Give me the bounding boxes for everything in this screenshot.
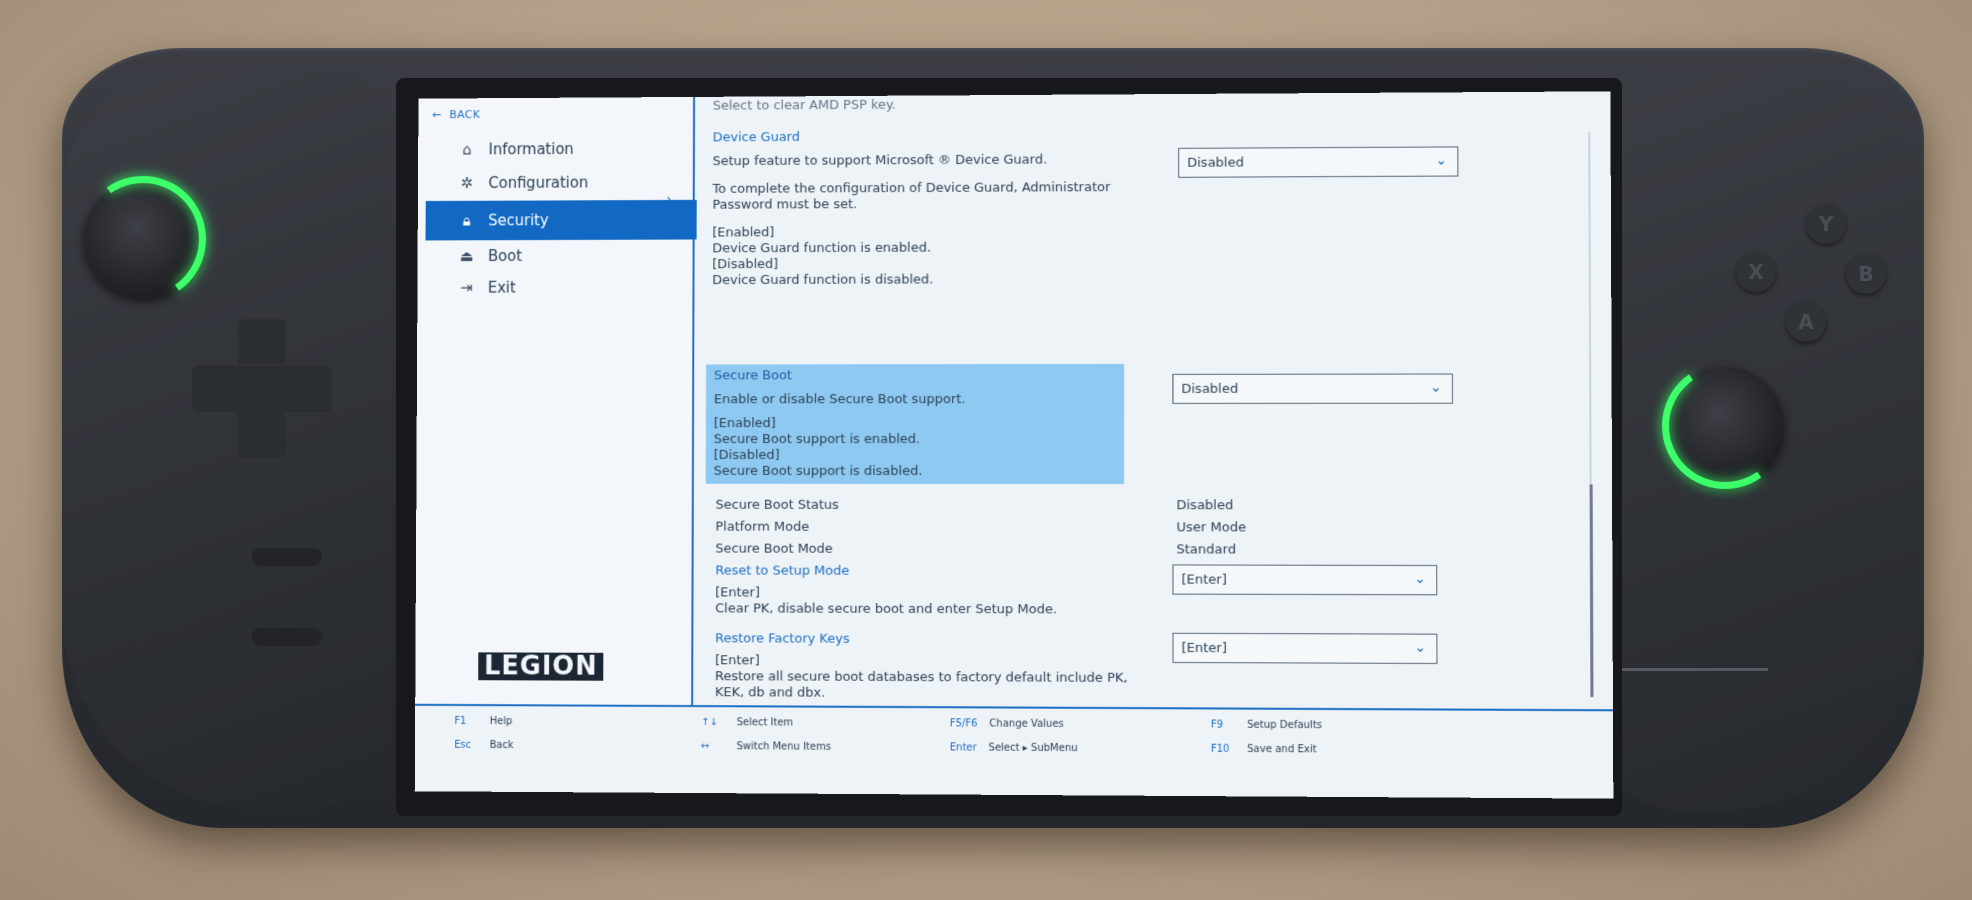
device-guard-opt2-desc: Device Guard function is disabled. — [712, 272, 933, 289]
key-label: ↑↓ — [701, 717, 725, 728]
secure-boot-opt2-desc: Secure Boot support is disabled. — [714, 464, 923, 480]
reset-setup-mode-line1: [Enter] — [715, 585, 760, 601]
device-guard-note-2: Password must be set. — [712, 197, 857, 213]
secure-boot-status-value: Disabled — [1176, 498, 1233, 514]
device-guard-opt1-desc: Device Guard function is enabled. — [712, 241, 931, 258]
view-button[interactable] — [252, 548, 322, 566]
boot-icon: ⏏ — [459, 248, 475, 264]
key-action: Switch Menu Items — [737, 741, 831, 753]
restore-factory-keys-select[interactable]: [Enter] ⌄ — [1172, 633, 1437, 664]
key-label: F5/F6 — [950, 718, 978, 729]
sidebar-item-label: Boot — [488, 247, 522, 265]
x-button[interactable]: X — [1736, 252, 1776, 292]
device-guard-value: Disabled — [1187, 155, 1244, 170]
sidebar-item-exit[interactable]: ⇥ Exit — [425, 267, 696, 307]
configuration-icon: ✲ — [459, 175, 475, 191]
exit-icon: ⇥ — [458, 280, 474, 296]
platform-mode-label: Platform Mode — [715, 520, 809, 536]
b-button[interactable]: B — [1846, 254, 1886, 294]
secure-boot-opt1-desc: Secure Boot support is enabled. — [714, 432, 920, 448]
sidebar-item-label: Security — [488, 211, 548, 229]
key-action: Setup Defaults — [1247, 720, 1322, 731]
arrow-left-icon: ← — [432, 108, 442, 121]
sidebar-item-configuration[interactable]: ✲ Configuration — [426, 162, 697, 203]
security-settings-panel: Select to clear AMD PSP key. Device Guar… — [711, 91, 1597, 709]
sidebar-item-security[interactable]: 🔒︎ Security › — [426, 200, 697, 241]
menu-button[interactable] — [252, 628, 322, 646]
device-guard-opt2: [Disabled] — [712, 257, 778, 273]
key-label: Esc — [454, 740, 478, 751]
key-action: Select ▸ SubMenu — [989, 743, 1078, 755]
restore-factory-keys-desc-2: KEK, db and dbx. — [715, 685, 825, 701]
help-key-hint: F1 Help — [454, 716, 512, 727]
restore-factory-keys-title[interactable]: Restore Factory Keys — [715, 631, 850, 647]
caret-icon: › — [666, 192, 671, 206]
a-button[interactable]: A — [1786, 302, 1826, 342]
chevron-down-icon: ⌄ — [1414, 640, 1426, 656]
left-joystick[interactable] — [84, 180, 202, 298]
sidebar-item-label: Configuration — [488, 174, 588, 192]
back-button[interactable]: ← BACK — [432, 108, 480, 121]
device-guard-title[interactable]: Device Guard — [713, 130, 800, 146]
change-values-key-hint: F5/F6 Change Values — [950, 718, 1064, 730]
device-guard-note: To complete the configuration of Device … — [713, 180, 1111, 198]
key-action: Change Values — [989, 718, 1063, 729]
chevron-down-icon: ⌄ — [1430, 380, 1442, 396]
secure-boot-opt1: [Enabled] — [714, 416, 776, 432]
clipped-description: Select to clear AMD PSP key. — [713, 98, 896, 115]
sidebar-item-label: Exit — [488, 279, 516, 297]
save-exit-key-hint: F10 Save and Exit — [1211, 744, 1317, 756]
secure-boot-opt2: [Disabled] — [714, 448, 780, 464]
chevron-down-icon: ⌄ — [1435, 152, 1447, 168]
setup-defaults-key-hint: F9 Setup Defaults — [1211, 720, 1322, 732]
reset-setup-mode-title[interactable]: Reset to Setup Mode — [715, 563, 849, 579]
key-label: F9 — [1211, 720, 1235, 731]
secure-boot-desc: Enable or disable Secure Boot support. — [714, 392, 966, 408]
switch-menu-key-hint: ↔ Switch Menu Items — [701, 741, 831, 753]
trackpad-edge — [1612, 668, 1768, 671]
device-guard-opt1: [Enabled] — [712, 225, 774, 241]
device-guard-desc: Setup feature to support Microsoft ® Dev… — [713, 153, 1048, 171]
legion-logo: LEGION — [478, 652, 603, 680]
secure-boot-mode-value: Standard — [1176, 542, 1236, 558]
key-action: Save and Exit — [1247, 744, 1316, 755]
back-label: BACK — [449, 108, 480, 121]
dpad-horizontal[interactable] — [192, 364, 332, 412]
secure-boot-status-label: Secure Boot Status — [716, 498, 839, 514]
key-label: F1 — [454, 716, 478, 727]
restore-factory-keys-value: [Enter] — [1182, 640, 1227, 655]
secure-boot-title[interactable]: Secure Boot — [714, 368, 792, 384]
submenu-key-hint: Enter Select ▸ SubMenu — [950, 742, 1078, 754]
sidebar: ← BACK ⌂ Information ✲ Configuration 🔒︎ … — [415, 97, 695, 705]
home-icon: ⌂ — [459, 142, 475, 158]
key-label: F10 — [1211, 744, 1235, 755]
reset-setup-mode-desc: Clear PK, disable secure boot and enter … — [715, 601, 1057, 618]
platform-mode-value: User Mode — [1176, 520, 1246, 536]
restore-factory-keys-line1: [Enter] — [715, 653, 760, 669]
key-label: ↔ — [701, 741, 725, 752]
restore-factory-keys-desc: Restore all secure boot databases to fac… — [715, 669, 1128, 687]
chevron-down-icon: ⌄ — [1414, 571, 1426, 587]
select-item-key-hint: ↑↓ Select Item — [701, 717, 793, 728]
bios-screen: ← BACK ⌂ Information ✲ Configuration 🔒︎ … — [415, 91, 1614, 798]
back-key-hint: Esc Back — [454, 740, 513, 751]
device-guard-select[interactable]: Disabled ⌄ — [1178, 146, 1458, 177]
key-action: Back — [490, 740, 514, 751]
secure-boot-value: Disabled — [1181, 381, 1238, 396]
secure-boot-select[interactable]: Disabled ⌄ — [1172, 374, 1453, 404]
secure-boot-mode-label: Secure Boot Mode — [715, 542, 832, 558]
key-action: Select Item — [737, 717, 793, 728]
reset-setup-mode-select[interactable]: [Enter] ⌄ — [1172, 564, 1437, 595]
left-controller — [62, 70, 392, 810]
y-button[interactable]: Y — [1806, 204, 1846, 244]
sidebar-item-label: Information — [489, 140, 574, 158]
reset-setup-mode-value: [Enter] — [1181, 572, 1226, 587]
lock-icon: 🔒︎ — [459, 213, 475, 229]
key-label: Enter — [950, 742, 977, 753]
key-legend-footer: F1 Help Esc Back ↑↓ Select Item ↔ Switch… — [415, 704, 1614, 799]
key-action: Help — [490, 716, 512, 727]
right-joystick[interactable] — [1666, 367, 1784, 485]
